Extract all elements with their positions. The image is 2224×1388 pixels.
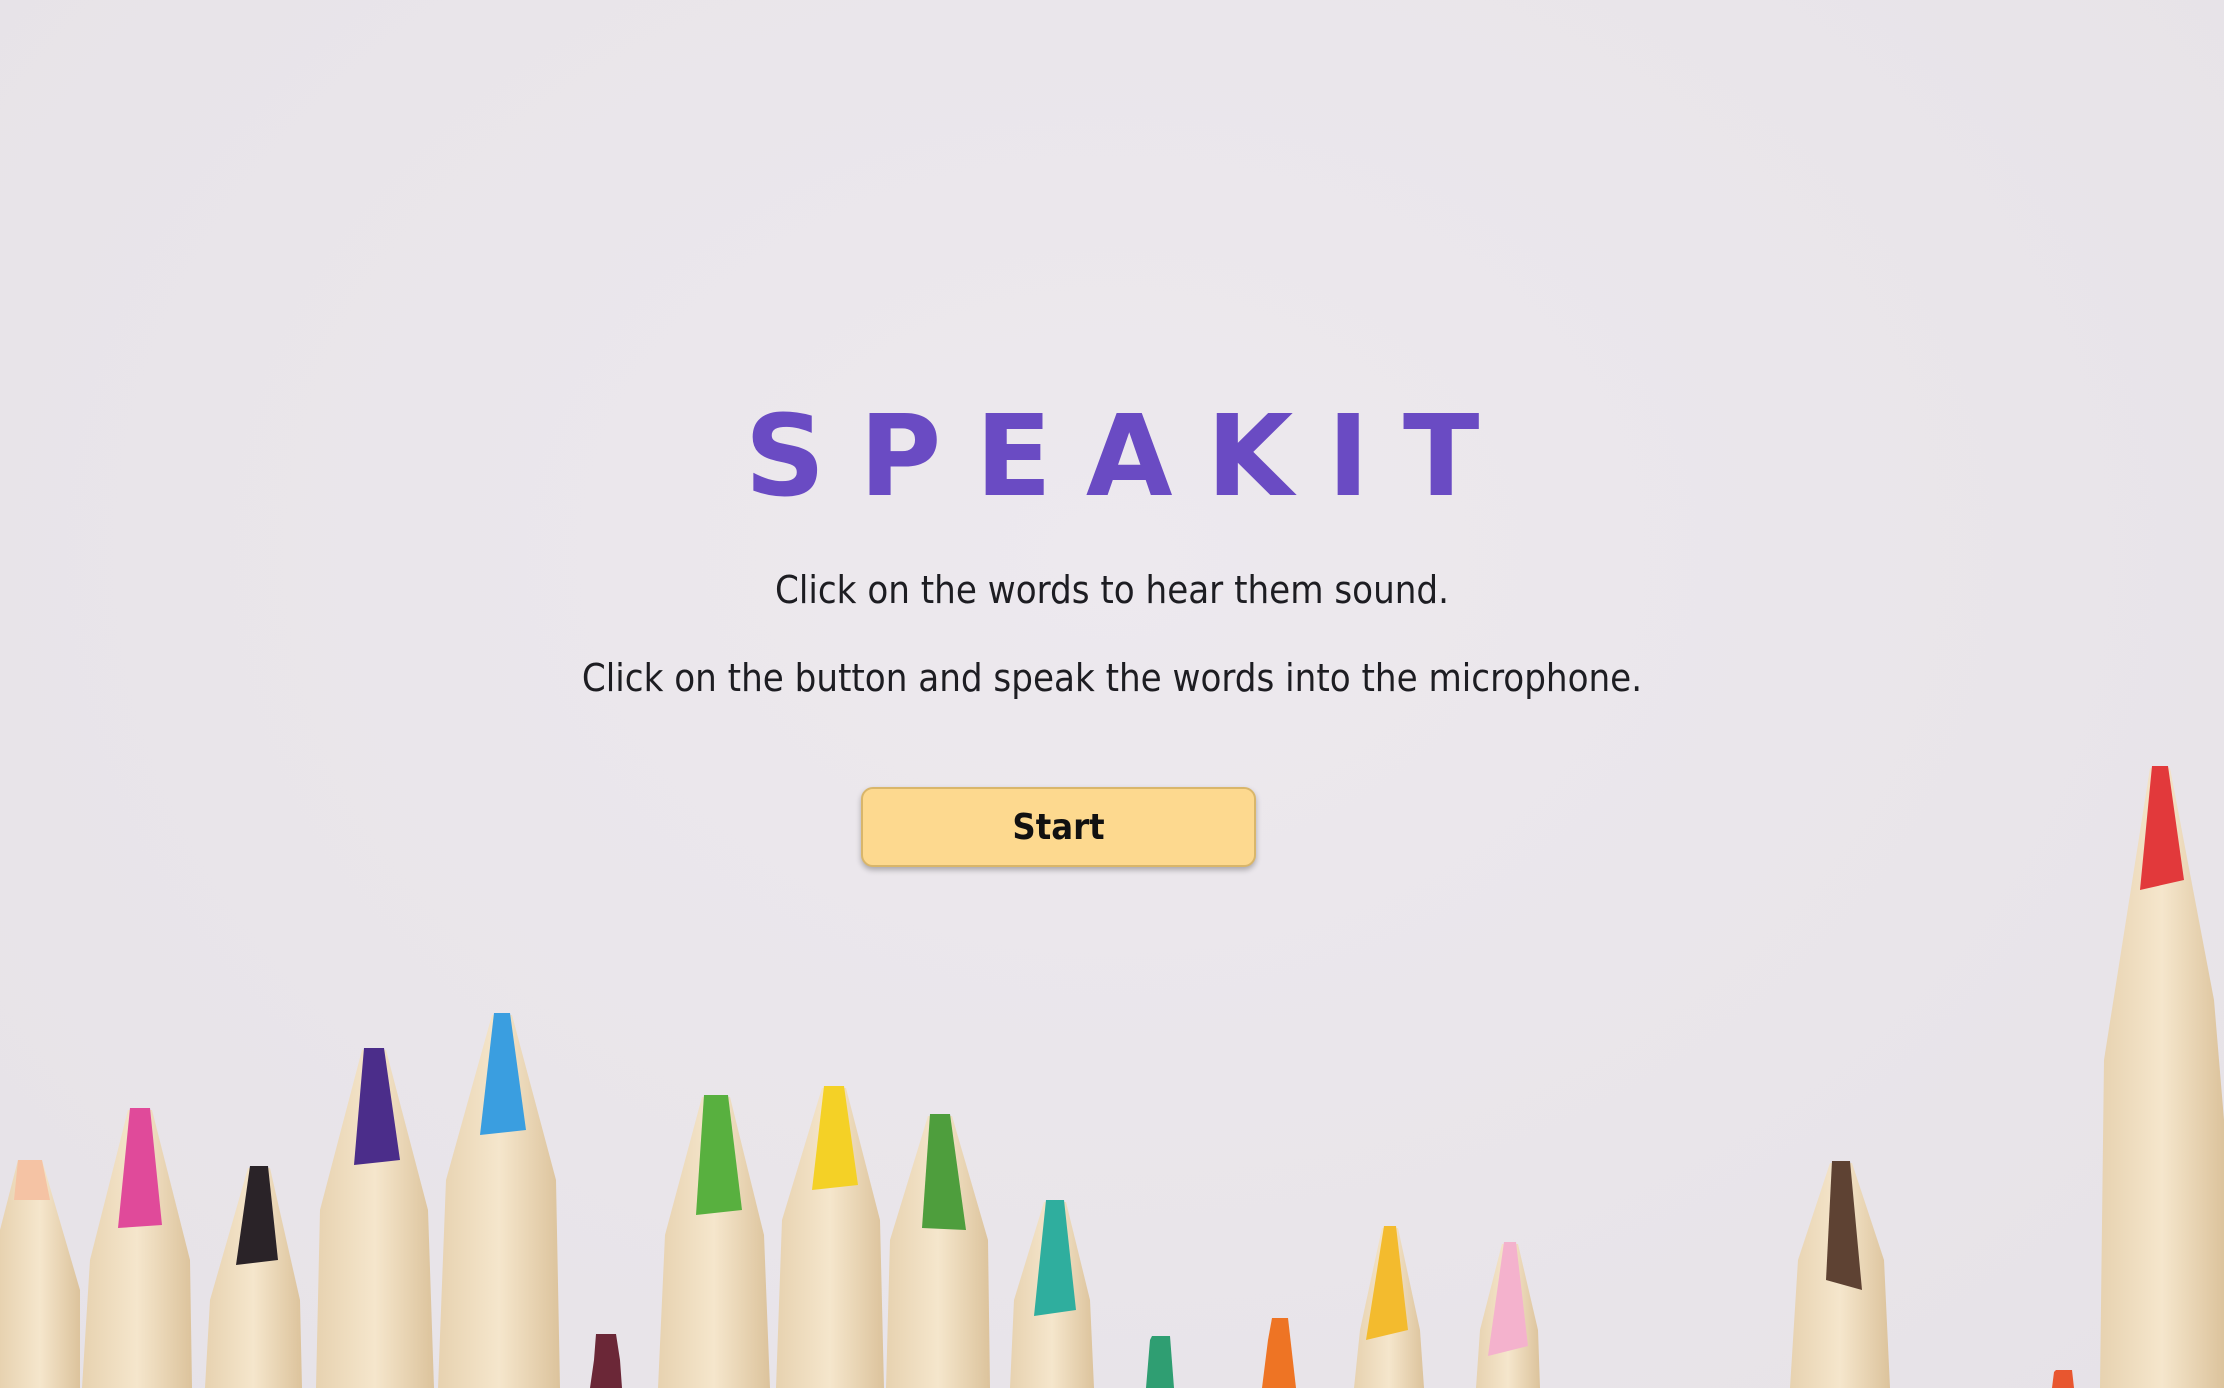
pencil-green	[658, 1095, 770, 1388]
pencil-brown	[1790, 1161, 1890, 1388]
instruction-speak: Click on the button and speak the words …	[581, 656, 1643, 700]
pencil-black	[205, 1166, 302, 1388]
pencil-yellow	[776, 1086, 884, 1388]
pencil-orange	[1262, 1318, 1296, 1388]
start-screen: SPEAKIT Click on the words to hear them …	[0, 0, 2224, 1388]
pencil-golden	[1354, 1226, 1424, 1388]
pencil-pink	[1476, 1242, 1540, 1388]
pencil-teal	[1010, 1200, 1094, 1388]
pencil-purple	[316, 1048, 434, 1388]
app-title: SPEAKIT	[744, 392, 1514, 522]
start-button[interactable]: Start	[861, 787, 1256, 867]
pencil-green-small	[1146, 1336, 1174, 1388]
pencil-orange-red	[2052, 1370, 2074, 1388]
pencil-maroon	[590, 1334, 622, 1388]
pencil-blue	[438, 1013, 560, 1388]
pencil-dark-green	[886, 1114, 990, 1388]
pencil-peach	[0, 1160, 80, 1388]
pencil-magenta	[82, 1108, 192, 1388]
instruction-listen: Click on the words to hear them sound.	[775, 568, 1449, 612]
pencil-red	[2100, 766, 2224, 1388]
